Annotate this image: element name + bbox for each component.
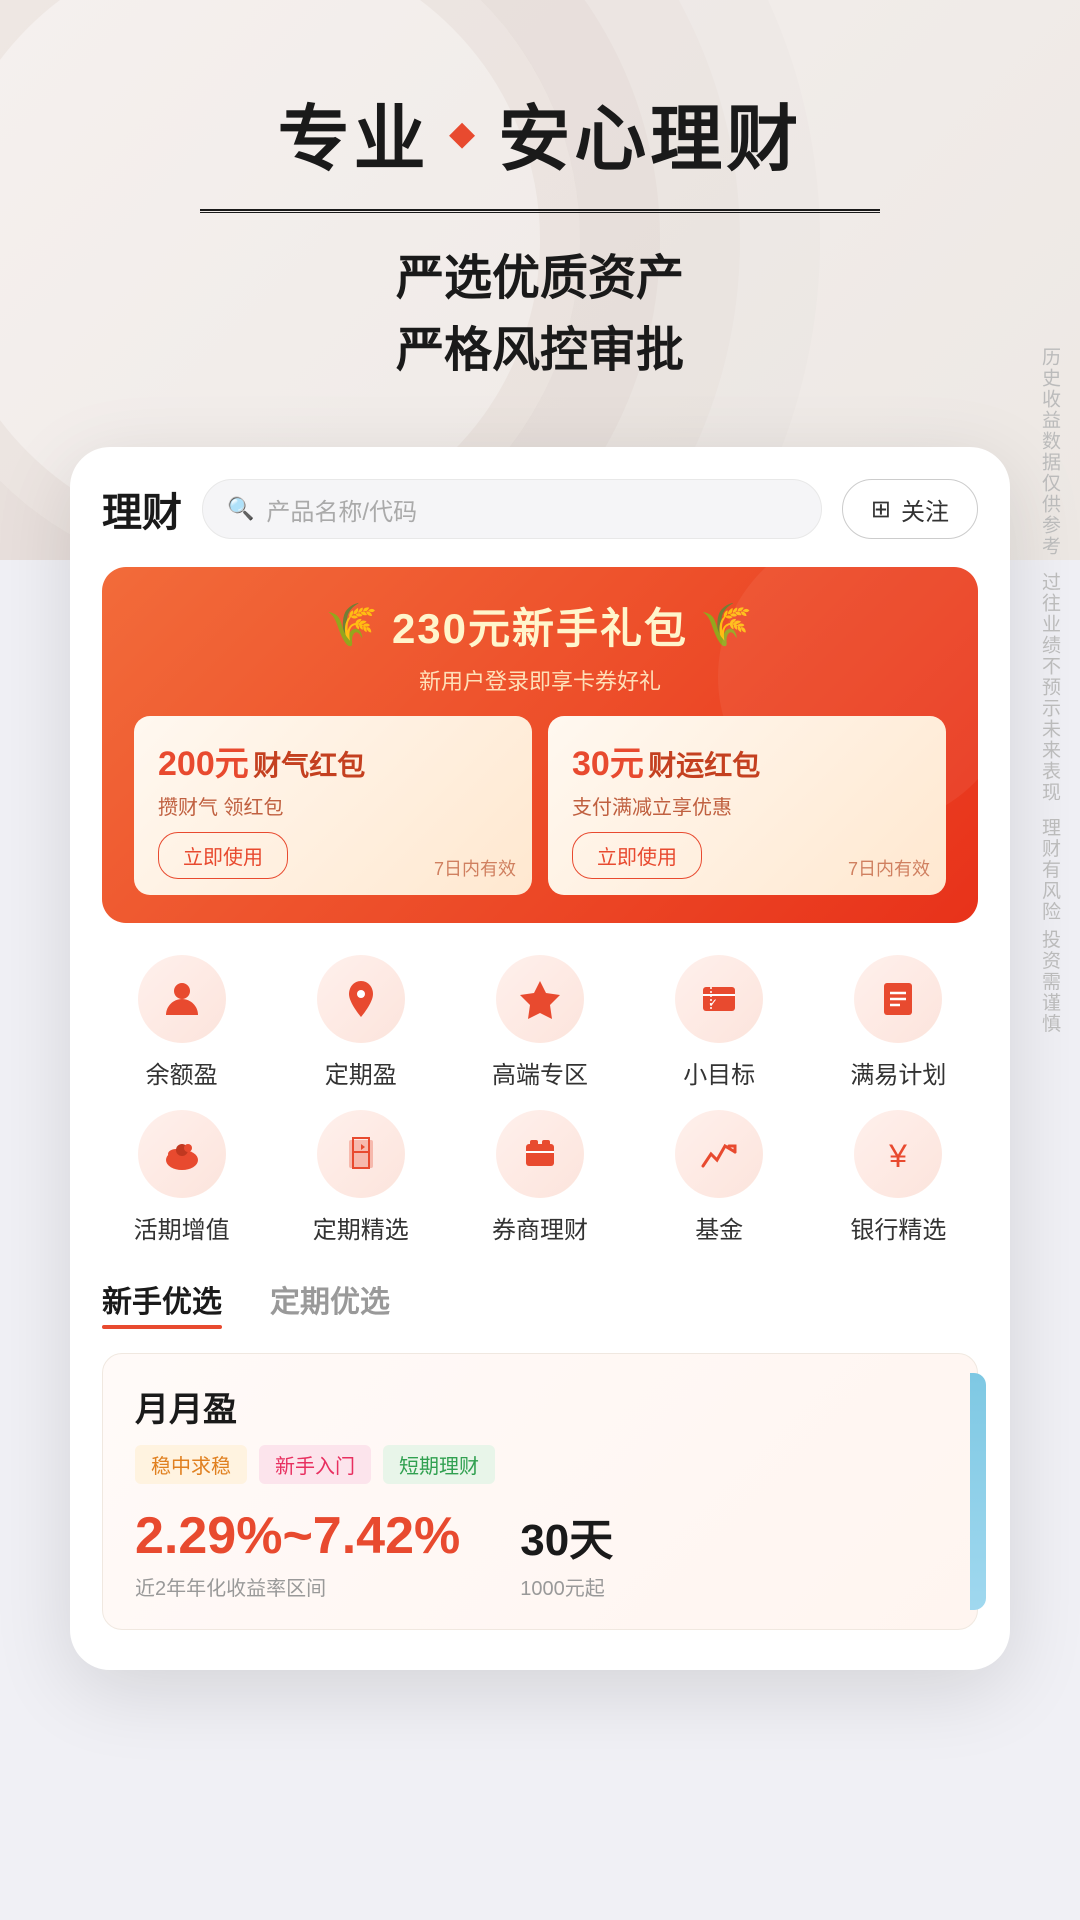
banner-card-2[interactable]: 30元 财运红包 支付满减立享优惠 立即使用 7日内有效 [548, 716, 946, 895]
hero-divider [200, 209, 880, 211]
product-name: 月月盈 [135, 1382, 945, 1431]
svg-text:✓: ✓ [708, 996, 718, 1010]
banner-card-1[interactable]: 200元 财气红包 攒财气 领红包 立即使用 7日内有效 [134, 716, 532, 895]
follow-icon: ⊞ [871, 495, 891, 524]
hero-section: 专业 ◆ 安心理财 严选优质资产 严格风控审批 [0, 0, 1080, 427]
icon-quanshanglicai [496, 1110, 584, 1198]
icon-item-quanshanglicai[interactable]: 券商理财 [460, 1110, 619, 1245]
icon-grid: 余额盈 定期盈 高端专区 ✓ 小目标 [102, 955, 978, 1245]
card1-expire: 7日内有效 [434, 855, 516, 881]
icon-item-diqijingxuan[interactable]: 定期精选 [281, 1110, 440, 1245]
icon-item-gaoduan[interactable]: 高端专区 [460, 955, 619, 1090]
search-bar[interactable]: 🔍 产品名称/代码 [202, 479, 822, 539]
card2-use-button[interactable]: 立即使用 [572, 832, 702, 879]
card2-desc: 支付满减立享优惠 [572, 791, 922, 820]
icon-item-manyijihua[interactable]: 满易计划 [819, 955, 978, 1090]
icon-item-xiaomubiao[interactable]: ✓ 小目标 [640, 955, 799, 1090]
card2-expire: 7日内有效 [848, 855, 930, 881]
card1-desc: 攒财气 领红包 [158, 791, 508, 820]
icon-jijin [675, 1110, 763, 1198]
icon-diqiying [317, 955, 405, 1043]
card1-use-button[interactable]: 立即使用 [158, 832, 288, 879]
follow-button[interactable]: ⊞ 关注 [842, 479, 978, 539]
search-icon: 🔍 [227, 496, 254, 522]
app-card: 理财 🔍 产品名称/代码 ⊞ 关注 🌾 230元新手礼包 🌾 新用户登录即享卡券… [70, 447, 1010, 1670]
tag-short: 短期理财 [383, 1445, 495, 1484]
hero-title-right: 安心理财 [498, 80, 802, 185]
card-header: 理财 🔍 产品名称/代码 ⊞ 关注 [102, 479, 978, 539]
product-card-side-strip [970, 1373, 986, 1610]
card-title: 理财 [102, 480, 182, 538]
product-tags: 稳中求稳 新手入门 短期理财 [135, 1445, 945, 1484]
hero-subtitle-line2: 严格风控审批 [60, 315, 1020, 387]
product-card[interactable]: 月月盈 稳中求稳 新手入门 短期理财 2.29%~7.42% 近2年年化收益率区… [102, 1353, 978, 1630]
product-card-wrapper: 月月盈 稳中求稳 新手入门 短期理财 2.29%~7.42% 近2年年化收益率区… [102, 1353, 978, 1630]
product-rate-section: 2.29%~7.42% 近2年年化收益率区间 [135, 1506, 460, 1601]
tag-stable: 稳中求稳 [135, 1445, 247, 1484]
icon-label-3: 小目标 [683, 1055, 755, 1090]
hero-title-left: 专业 [278, 80, 430, 185]
banner-title: 🌾 230元新手礼包 🌾 [134, 595, 946, 656]
tab-diqiyouxuan[interactable]: 定期优选 [270, 1277, 390, 1329]
icon-huoqizengzhi [138, 1110, 226, 1198]
icon-yuebaoying [138, 955, 226, 1043]
icon-label-6: 定期精选 [313, 1210, 409, 1245]
icon-diqijingxuan [317, 1110, 405, 1198]
hero-diamond: ◆ [450, 114, 479, 152]
card1-name: 财气红包 [253, 750, 365, 781]
banner-leaf-left: 🌾 [326, 601, 380, 650]
icon-label-4: 满易计划 [850, 1055, 946, 1090]
banner-subtitle: 新用户登录即享卡券好礼 [134, 664, 946, 696]
hero-subtitle-line1: 严选优质资产 [60, 243, 1020, 315]
card1-amount: 200元 [158, 745, 249, 783]
icon-label-0: 余额盈 [146, 1055, 218, 1090]
icon-item-diqiying[interactable]: 定期盈 [281, 955, 440, 1090]
card2-name: 财运红包 [648, 750, 760, 781]
product-bottom: 2.29%~7.42% 近2年年化收益率区间 30天 1000元起 [135, 1504, 945, 1601]
svg-text:¥: ¥ [888, 1138, 907, 1174]
hero-title: 专业 ◆ 安心理财 [60, 80, 1020, 185]
tab-xinshoyouxuan[interactable]: 新手优选 [102, 1277, 222, 1329]
product-rate-label: 近2年年化收益率区间 [135, 1572, 460, 1601]
icon-item-huoqizengzhi[interactable]: 活期增值 [102, 1110, 261, 1245]
icon-manyijihua [854, 955, 942, 1043]
banner-cards: 200元 财气红包 攒财气 领红包 立即使用 7日内有效 30元 财运红包 支付… [134, 716, 946, 895]
icon-label-8: 基金 [695, 1210, 743, 1245]
product-period: 30天 1000元起 [520, 1504, 613, 1601]
icon-item-yuebaoying[interactable]: 余额盈 [102, 955, 261, 1090]
icon-label-1: 定期盈 [325, 1055, 397, 1090]
product-days: 30天 [520, 1504, 613, 1568]
follow-label: 关注 [901, 492, 949, 527]
hero-subtitle: 严选优质资产 严格风控审批 [60, 243, 1020, 387]
icon-label-5: 活期增值 [134, 1210, 230, 1245]
search-placeholder-text: 产品名称/代码 [266, 492, 417, 527]
icon-label-2: 高端专区 [492, 1055, 588, 1090]
product-rate: 2.29%~7.42% [135, 1506, 460, 1566]
tabs-row: 新手优选 定期优选 [102, 1277, 978, 1329]
tag-newbie: 新手入门 [259, 1445, 371, 1484]
icon-xiaomubiao: ✓ [675, 955, 763, 1043]
icon-item-jijin[interactable]: 基金 [640, 1110, 799, 1245]
icon-gaoduan [496, 955, 584, 1043]
promo-banner[interactable]: 🌾 230元新手礼包 🌾 新用户登录即享卡券好礼 200元 财气红包 攒财气 领… [102, 567, 978, 923]
icon-item-yinhangjingxuan[interactable]: ¥ 银行精选 [819, 1110, 978, 1245]
product-min-amount: 1000元起 [520, 1572, 613, 1601]
card2-amount: 30元 [572, 745, 644, 783]
icon-yinhangjingxuan: ¥ [854, 1110, 942, 1198]
icon-label-7: 券商理财 [492, 1210, 588, 1245]
banner-leaf-right: 🌾 [700, 601, 754, 650]
icon-label-9: 银行精选 [850, 1210, 946, 1245]
side-disclaimer: 历史收益数据仅供参考 过往业绩不预示未来表现 理财有风险 投资需谨慎 [1030, 347, 1068, 1147]
